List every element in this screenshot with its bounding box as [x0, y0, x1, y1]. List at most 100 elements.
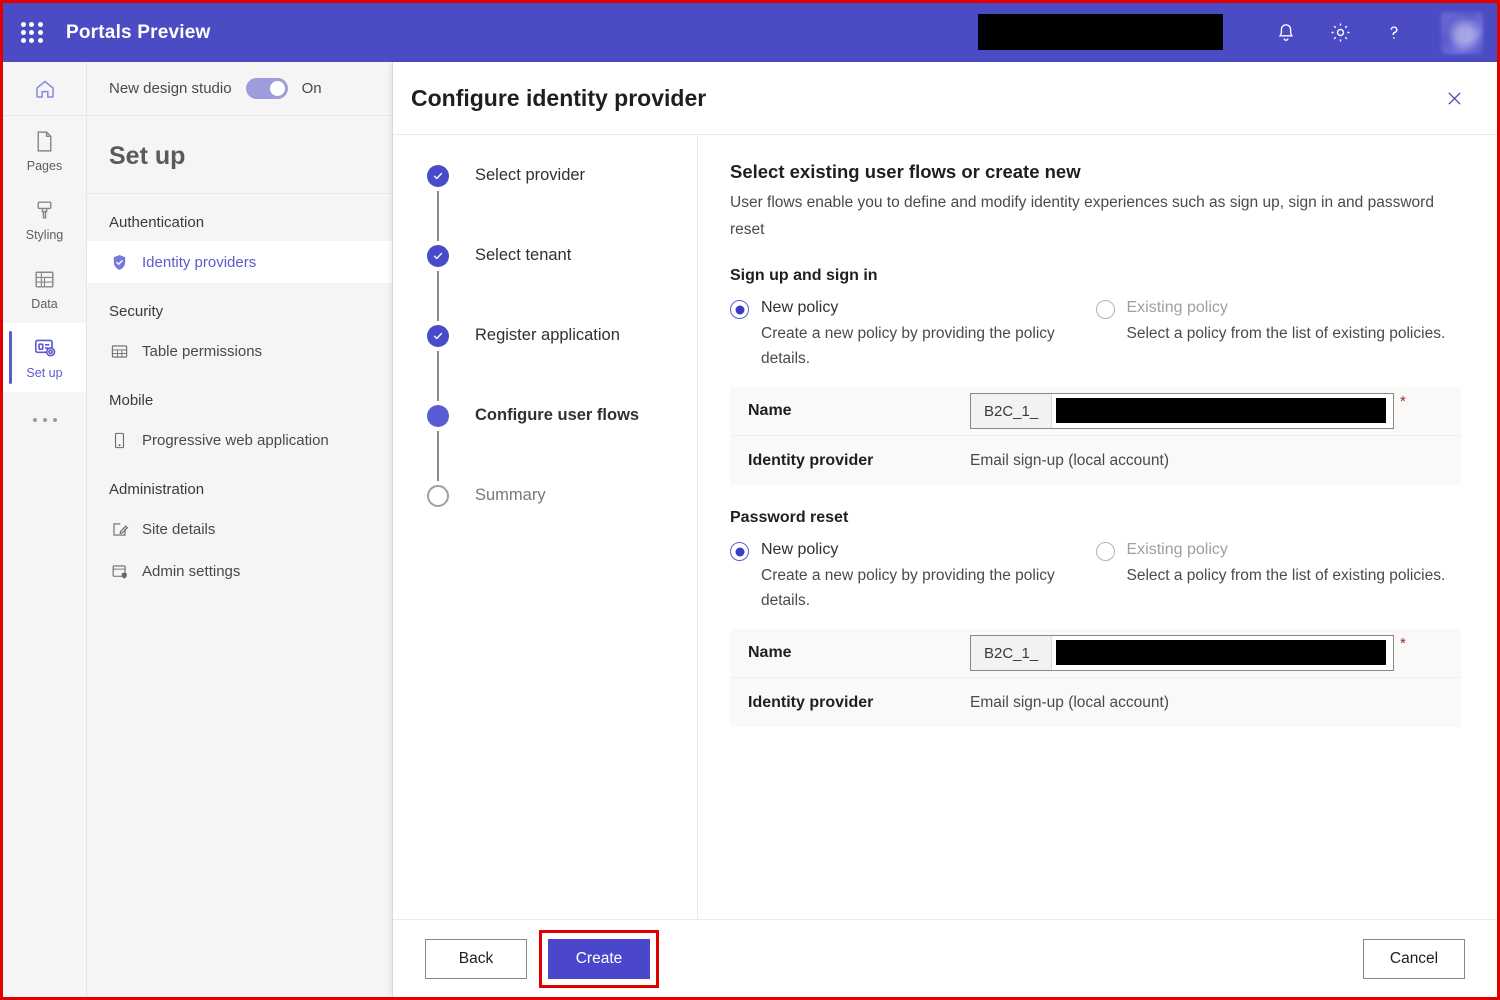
required-marker: *: [1400, 635, 1406, 652]
name-input-value-redacted[interactable]: [1056, 398, 1386, 423]
wizard-step[interactable]: Summary: [427, 483, 697, 507]
create-button-highlight: Create: [539, 930, 659, 988]
new-design-studio-row: New design studio On: [87, 62, 392, 116]
radio-existing-policy[interactable]: [1096, 300, 1115, 319]
radio-description: Create a new policy by providing the pol…: [761, 563, 1091, 613]
dialog-content: Select existing user flows or create new…: [698, 135, 1497, 919]
new-design-studio-toggle[interactable]: [246, 78, 288, 99]
sidebar-item-site-details[interactable]: Site details: [87, 508, 392, 550]
step-status-done-icon: [427, 325, 449, 347]
wizard-step[interactable]: Select provider: [427, 163, 697, 243]
dialog-title: Configure identity provider: [411, 85, 706, 112]
sidebar-item-admin-settings[interactable]: Admin settings: [87, 550, 392, 592]
app-window: Portals Preview: [0, 0, 1500, 1000]
radio-label: New policy: [761, 298, 1091, 318]
sidebar-title: Set up: [87, 116, 392, 194]
radio-description: Select a policy from the list of existin…: [1127, 563, 1446, 588]
cancel-button-wrap: Cancel: [1363, 939, 1465, 979]
identity-provider-row: Identity provider Email sign-up (local a…: [730, 436, 1461, 485]
step-status-done-icon: [427, 165, 449, 187]
app-grid-icon[interactable]: [21, 22, 43, 44]
sidebar-item-identity-providers[interactable]: Identity providers: [87, 241, 392, 283]
step-status-done-icon: [427, 245, 449, 267]
top-bar-icons: [1273, 3, 1483, 62]
radio-label: New policy: [761, 540, 1091, 560]
setup-sidebar: New design studio On Set up Authenticati…: [87, 62, 393, 997]
top-app-bar: Portals Preview: [3, 3, 1497, 62]
rail-item-label: Pages: [27, 159, 62, 173]
step-connector: [437, 431, 439, 481]
identity-provider-value: Email sign-up (local account): [970, 452, 1169, 470]
name-input[interactable]: B2C_1_: [970, 393, 1394, 429]
radio-new-policy[interactable]: [730, 542, 749, 561]
policy-choice-group-password-reset: New policy Create a new policy by provid…: [730, 540, 1461, 613]
help-icon[interactable]: [1381, 20, 1407, 46]
step-connector: [437, 351, 439, 401]
configure-identity-provider-dialog: Configure identity provider Select provi…: [393, 62, 1497, 997]
rail-more-icon[interactable]: [3, 392, 86, 448]
name-label: Name: [748, 644, 970, 662]
radio-description: Create a new policy by providing the pol…: [761, 321, 1091, 371]
sidebar-item-table-permissions[interactable]: Table permissions: [87, 330, 392, 372]
name-field: B2C_1_ *: [970, 635, 1406, 671]
required-marker: *: [1400, 393, 1406, 410]
name-row: Name B2C_1_ *: [730, 629, 1461, 678]
admin-shield-icon: [109, 561, 129, 581]
notifications-icon[interactable]: [1273, 20, 1299, 46]
step-label: Select provider: [475, 163, 697, 187]
left-nav-rail: Pages Styling Data Set up: [3, 62, 87, 997]
rail-item-setup[interactable]: Set up: [3, 323, 86, 392]
policy-details-card-signup: Name B2C_1_ * Identity provider Email si…: [730, 387, 1461, 485]
shield-check-icon: [109, 252, 129, 272]
name-field: B2C_1_ *: [970, 393, 1406, 429]
section-heading-password-reset: Password reset: [730, 509, 1461, 527]
wizard-step[interactable]: Configure user flows: [427, 403, 697, 483]
sidebar-group-label: Administration: [87, 461, 392, 508]
radio-option-existing-policy[interactable]: Existing policy Select a policy from the…: [1096, 298, 1462, 371]
name-label: Name: [748, 402, 970, 420]
section-heading-signup-signin: Sign up and sign in: [730, 267, 1461, 285]
sidebar-item-label: Site details: [142, 521, 215, 538]
name-row: Name B2C_1_ *: [730, 387, 1461, 436]
radio-new-policy[interactable]: [730, 300, 749, 319]
radio-label: Existing policy: [1127, 298, 1446, 318]
home-icon[interactable]: [3, 62, 86, 116]
sidebar-item-progressive-web-application[interactable]: Progressive web application: [87, 419, 392, 461]
global-search-input-redacted[interactable]: [978, 14, 1223, 50]
sidebar-group-label: Security: [87, 283, 392, 330]
app-title: Portals Preview: [66, 22, 211, 44]
step-status-pending-icon: [427, 485, 449, 507]
radio-option-existing-policy[interactable]: Existing policy Select a policy from the…: [1096, 540, 1462, 613]
name-input-prefix: B2C_1_: [971, 394, 1052, 428]
sidebar-item-label: Progressive web application: [142, 432, 329, 449]
rail-item-label: Styling: [26, 228, 64, 242]
create-button[interactable]: Create: [548, 939, 650, 979]
step-label: Summary: [475, 483, 697, 507]
site-edit-icon: [109, 519, 129, 539]
radio-option-new-policy[interactable]: New policy Create a new policy by provid…: [730, 298, 1096, 371]
step-status-current-icon: [427, 405, 449, 427]
radio-existing-policy[interactable]: [1096, 542, 1115, 561]
mobile-device-icon: [109, 430, 129, 450]
rail-item-styling[interactable]: Styling: [3, 185, 86, 254]
rail-item-data[interactable]: Data: [3, 254, 86, 323]
dialog-body: Select provider Select tenant Register a…: [393, 134, 1497, 919]
identity-provider-value: Email sign-up (local account): [970, 694, 1169, 712]
sidebar-item-label: Table permissions: [142, 343, 262, 360]
settings-gear-icon[interactable]: [1327, 20, 1353, 46]
policy-choice-group-signup: New policy Create a new policy by provid…: [730, 298, 1461, 371]
rail-item-pages[interactable]: Pages: [3, 116, 86, 185]
radio-option-new-policy[interactable]: New policy Create a new policy by provid…: [730, 540, 1096, 613]
cancel-button[interactable]: Cancel: [1363, 939, 1465, 979]
step-label: Select tenant: [475, 243, 697, 267]
back-button[interactable]: Back: [425, 939, 527, 979]
wizard-step[interactable]: Select tenant: [427, 243, 697, 323]
close-icon[interactable]: [1439, 83, 1469, 113]
content-subtext: User flows enable you to define and modi…: [730, 189, 1460, 243]
name-input[interactable]: B2C_1_: [970, 635, 1394, 671]
wizard-step[interactable]: Register application: [427, 323, 697, 403]
policy-details-card-password-reset: Name B2C_1_ * Identity provider Email si…: [730, 629, 1461, 727]
avatar[interactable]: [1441, 12, 1483, 54]
wizard-steps: Select provider Select tenant Register a…: [393, 135, 698, 919]
name-input-value-redacted[interactable]: [1056, 640, 1386, 665]
